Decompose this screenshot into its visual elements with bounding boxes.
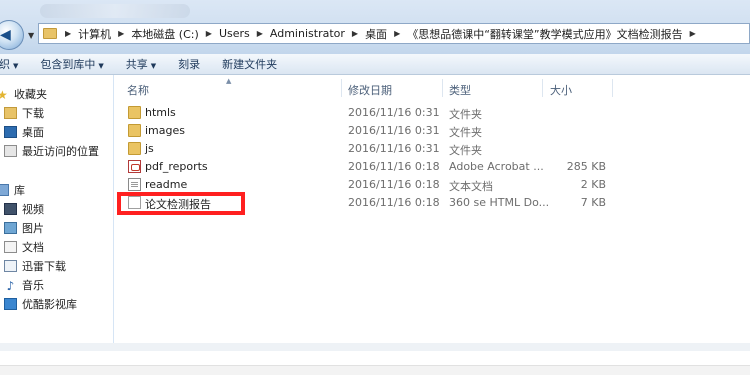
file-row[interactable]: js 2016/11/16 0:31 文件夹 [114, 140, 750, 157]
document-icon [4, 241, 17, 253]
folder-icon [128, 124, 141, 137]
star-icon: ★ [0, 88, 8, 102]
chevron-right-icon[interactable]: ▶ [61, 29, 75, 38]
thunder-download-icon [4, 260, 17, 272]
file-row[interactable]: htmls 2016/11/16 0:31 文件夹 [114, 104, 750, 121]
downloads-folder-icon [4, 107, 17, 119]
nav-item-desktop[interactable]: 桌面 [4, 123, 44, 141]
column-header-date[interactable]: 修改日期 [348, 82, 392, 97]
column-divider[interactable] [442, 79, 443, 97]
file-row[interactable]: images 2016/11/16 0:31 文件夹 [114, 122, 750, 139]
chevron-right-icon[interactable]: ▶ [348, 29, 362, 38]
breadcrumb-administrator[interactable]: Administrator [267, 27, 348, 40]
video-icon [4, 203, 17, 215]
sort-ascending-icon: ▲ [226, 77, 232, 85]
nav-item-favorites[interactable]: ★ 收藏夹 [0, 85, 47, 103]
title-bar: ◀ ▼ ▶ 计算机 ▶ 本地磁盘 (C:) ▶ Users ▶ Administ… [0, 0, 750, 54]
recent-places-icon [4, 145, 17, 157]
breadcrumb-computer[interactable]: 计算机 [75, 26, 114, 42]
chevron-down-icon: ▼ [150, 62, 157, 70]
chevron-right-icon[interactable]: ▶ [253, 29, 267, 38]
column-divider[interactable] [612, 79, 613, 97]
column-header-name[interactable]: 名称 [127, 82, 149, 97]
chevron-down-icon: ▼ [98, 62, 104, 70]
file-list: ▲ 名称 修改日期 类型 大小 htmls 2016/11/16 0:31 文件… [114, 75, 750, 343]
file-row[interactable]: readme 2016/11/16 0:18 文本文档 2 KB [114, 176, 750, 193]
breadcrumb-users[interactable]: Users [216, 27, 253, 40]
nav-item-thunder-downloads[interactable]: 迅雷下载 [4, 257, 66, 275]
breadcrumb-report-folder[interactable]: 《思想品德课中“翻转课堂”教学模式应用》文档检测报告 [404, 26, 685, 42]
youku-library-icon [4, 298, 17, 310]
new-folder-button[interactable]: 新建文件夹 [222, 56, 277, 72]
highlight-box [117, 192, 245, 215]
picture-icon [4, 222, 17, 234]
column-divider[interactable] [341, 79, 342, 97]
organize-button[interactable]: 组织▼ [0, 56, 18, 72]
desktop-icon [4, 126, 17, 138]
burn-button[interactable]: 刻录 [178, 56, 200, 72]
file-row[interactable]: pdf_reports 2016/11/16 0:18 Adobe Acroba… [114, 158, 750, 175]
nav-item-youku[interactable]: 优酷影视库 [4, 295, 77, 313]
back-button[interactable]: ◀ [0, 20, 24, 50]
back-arrow-icon: ◀ [0, 27, 11, 43]
command-bar: 组织▼ 包含到库中▼ 共享▼ 刻录 新建文件夹 [0, 54, 750, 75]
spacer [0, 351, 750, 365]
nav-item-music[interactable]: ♪ 音乐 [4, 276, 44, 294]
folder-icon [128, 142, 141, 155]
nav-item-downloads[interactable]: 下载 [4, 104, 44, 122]
pdf-icon [128, 160, 141, 173]
nav-item-documents[interactable]: 文档 [4, 238, 44, 256]
horizontal-scrollbar[interactable] [0, 343, 750, 351]
chevron-right-icon[interactable]: ▶ [390, 29, 404, 38]
include-in-library-button[interactable]: 包含到库中 ▼ [40, 56, 103, 72]
column-header-size[interactable]: 大小 [550, 82, 572, 97]
folder-icon [43, 28, 57, 39]
nav-item-pictures[interactable]: 图片 [4, 219, 44, 237]
recent-pages-dropdown-icon[interactable]: ▼ [28, 31, 34, 40]
music-note-icon: ♪ [6, 279, 15, 293]
column-divider[interactable] [542, 79, 543, 97]
text-file-icon [128, 178, 141, 191]
nav-item-libraries[interactable]: 库 [0, 181, 25, 199]
navigation-pane: ★ 收藏夹 下载 桌面 最近访问的位置 库 视频 图片 文档 迅雷下载 ♪ 音乐… [0, 75, 114, 343]
library-icon [0, 184, 9, 196]
chevron-down-icon: ▼ [13, 62, 19, 70]
chevron-right-icon[interactable]: ▶ [114, 29, 128, 38]
nav-item-recent[interactable]: 最近访问的位置 [4, 142, 99, 160]
address-bar[interactable]: ▶ 计算机 ▶ 本地磁盘 (C:) ▶ Users ▶ Administrato… [38, 23, 750, 44]
chevron-right-icon[interactable]: ▶ [686, 29, 700, 38]
folder-icon [128, 106, 141, 119]
chevron-right-icon[interactable]: ▶ [202, 29, 216, 38]
breadcrumb-desktop[interactable]: 桌面 [362, 26, 390, 42]
share-button[interactable]: 共享 ▼ [126, 56, 156, 72]
breadcrumb-local-disk[interactable]: 本地磁盘 (C:) [128, 26, 201, 42]
nav-item-videos[interactable]: 视频 [4, 200, 44, 218]
column-header-type[interactable]: 类型 [449, 82, 471, 97]
blurred-title [40, 4, 190, 18]
